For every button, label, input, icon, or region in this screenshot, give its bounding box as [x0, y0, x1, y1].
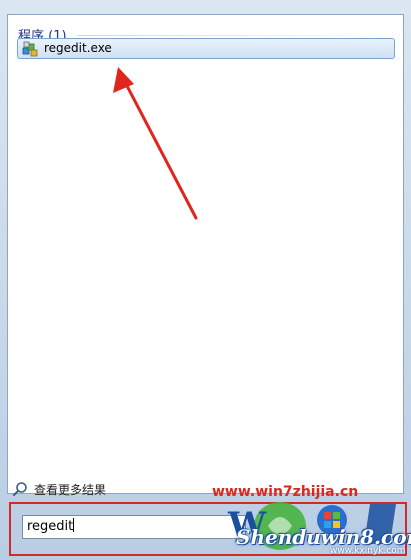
search-icon	[13, 482, 27, 496]
registry-editor-icon	[22, 41, 38, 57]
result-item-regedit[interactable]: regedit.exe	[17, 38, 395, 59]
result-item-label: regedit.exe	[44, 41, 112, 55]
section-divider	[78, 35, 393, 36]
start-menu: 程序 (1) regedit.exe 查看更多结果 www.win7zhijia…	[0, 0, 411, 560]
text-caret	[73, 518, 75, 532]
search-results-panel: 程序 (1)	[7, 14, 404, 494]
search-input[interactable]: regedit	[22, 515, 246, 539]
see-more-results-label: 查看更多结果	[34, 483, 107, 497]
watermark-url-text: www.kxinyk.com	[330, 546, 406, 556]
search-input-value: regedit	[27, 519, 74, 534]
